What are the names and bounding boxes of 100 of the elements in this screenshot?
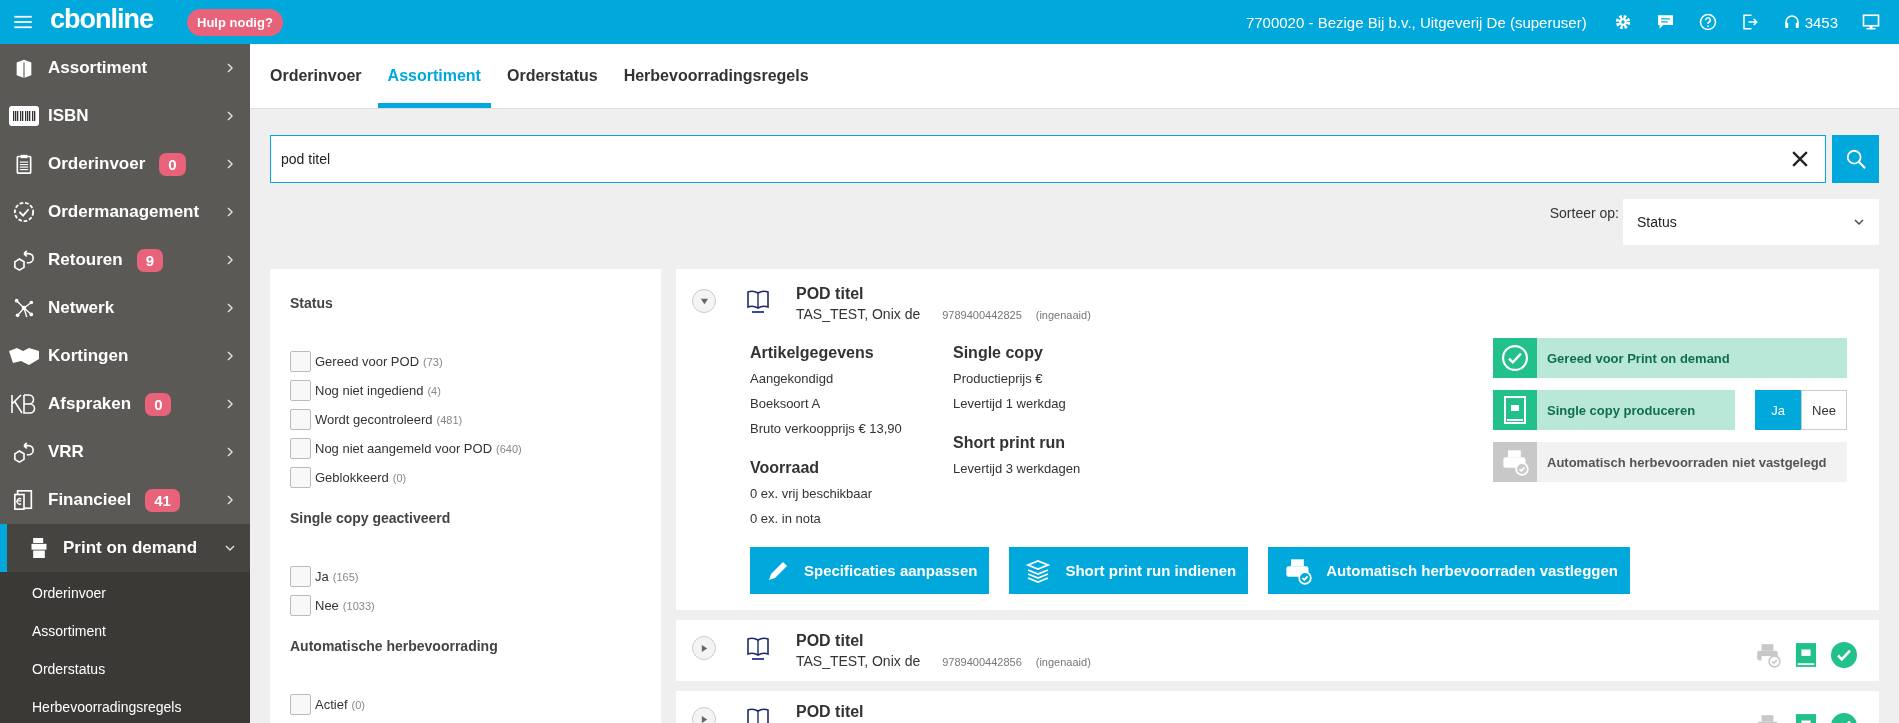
- tab[interactable]: Orderstatus: [496, 67, 608, 108]
- filter-count: (0): [351, 698, 365, 711]
- binding-type: (ingenaaid): [1035, 309, 1091, 321]
- help-icon[interactable]: [1698, 13, 1717, 31]
- detail-text: Aangekondigd: [750, 370, 835, 388]
- sort-label: Sorteer op:: [1549, 205, 1619, 221]
- chevron-right-icon: [224, 494, 236, 506]
- chevron-right-icon: [224, 302, 236, 314]
- expand-button[interactable]: [692, 636, 716, 660]
- detail-text: 0 ex. in nota: [750, 510, 822, 528]
- printer-check-icon: [1501, 448, 1529, 476]
- filter-heading: Status: [290, 295, 334, 311]
- chevron-right-icon: [224, 254, 236, 266]
- checkbox[interactable]: [290, 595, 311, 616]
- sidebar-item[interactable]: Financieel 41: [0, 476, 250, 524]
- headset-count: 3453: [1804, 13, 1838, 31]
- submenu-item[interactable]: Assortiment: [0, 612, 250, 650]
- detail-text: 0 ex. vrij beschikbaar: [750, 485, 874, 503]
- network-icon: [13, 297, 35, 319]
- chevron-right-icon: [224, 206, 236, 218]
- filter-option-label[interactable]: Wordt gecontroleerd: [315, 412, 433, 427]
- invoice-icon: [13, 489, 35, 511]
- printer-icon: [29, 536, 49, 560]
- printer-check-icon: [1284, 556, 1313, 585]
- checkbox[interactable]: [290, 438, 311, 459]
- submenu-item[interactable]: Orderinvoer: [0, 574, 250, 612]
- kb-monogram-icon: [10, 393, 38, 415]
- triangle-down-icon: [699, 296, 709, 306]
- count-badge: 9: [136, 248, 163, 272]
- chevron-right-icon: [224, 158, 236, 170]
- search-icon: [1844, 148, 1867, 170]
- expand-button[interactable]: [692, 289, 716, 313]
- paper-stack-icon: [1025, 558, 1052, 583]
- sidebar-item[interactable]: VRR: [0, 428, 250, 476]
- sidebar-item[interactable]: Netwerk: [0, 284, 250, 332]
- sidebar-item[interactable]: Orderinvoer 0: [0, 140, 250, 188]
- filter-option-label[interactable]: Nog niet aangemeld voor POD: [315, 441, 493, 456]
- submenu-item[interactable]: Orderstatus: [0, 650, 250, 688]
- tab[interactable]: Orderinvoer: [260, 67, 372, 108]
- product-title[interactable]: POD titel: [796, 703, 864, 721]
- author-name: TAS_TEST, Onix de: [796, 653, 921, 669]
- settings-icon[interactable]: [1613, 13, 1632, 31]
- clear-icon[interactable]: [1792, 151, 1808, 167]
- detail-text: Levertijd 3 werkdagen: [953, 460, 1082, 478]
- filter-option-label[interactable]: Nog niet ingediend: [315, 383, 424, 398]
- chevron-right-icon: [224, 62, 236, 74]
- filter-option-label[interactable]: Ja: [315, 569, 329, 584]
- sidebar-item[interactable]: ISBN: [0, 92, 250, 140]
- triangle-right-icon: [699, 643, 709, 653]
- book-logo-icon: [746, 636, 770, 662]
- sidebar-item[interactable]: Ordermanagement: [0, 188, 250, 236]
- filter-count: (481): [436, 413, 463, 426]
- menu-icon[interactable]: [14, 15, 32, 29]
- count-badge: 41: [145, 488, 180, 512]
- filter-option-label[interactable]: Nee: [315, 598, 339, 613]
- filter-heading: Automatische herbevoorrading: [290, 638, 499, 654]
- filter-count: (1033): [342, 599, 375, 612]
- book-printer-icon: [1503, 396, 1527, 424]
- product-title[interactable]: POD titel: [796, 285, 1091, 303]
- filter-count: (165): [332, 570, 359, 583]
- filter-option-label[interactable]: Geblokkeerd: [315, 470, 389, 485]
- tab[interactable]: Herbevoorradingsregels: [613, 67, 819, 108]
- section-heading: Single copy: [953, 344, 1044, 362]
- search-field[interactable]: pod titel: [270, 135, 1826, 183]
- binding-type: (ingenaaid): [1035, 656, 1091, 668]
- sidebar-item[interactable]: Print on demand: [0, 524, 250, 572]
- triangle-right-icon: [699, 714, 709, 723]
- chat-icon[interactable]: [1655, 13, 1675, 31]
- section-heading: Short print run: [953, 434, 1066, 452]
- checkbox[interactable]: [290, 380, 311, 401]
- checkbox[interactable]: [290, 409, 311, 430]
- sidebar-item[interactable]: Assortiment: [0, 44, 250, 92]
- chevron-right-icon: [224, 446, 236, 458]
- sidebar-item[interactable]: Retouren 9: [0, 236, 250, 284]
- checkbox[interactable]: [290, 566, 311, 587]
- filter-count: (0): [392, 471, 407, 484]
- detail-text: Productieprijs €: [953, 370, 1044, 388]
- isbn: 9789400442856: [942, 656, 1022, 668]
- sidebar-item[interactable]: Afspraken 0: [0, 380, 250, 428]
- author-name: TAS_TEST, Onix de: [796, 306, 921, 322]
- filter-option-label[interactable]: Gereed voor POD: [315, 354, 420, 369]
- chevron-right-icon: [224, 350, 236, 362]
- checkbox[interactable]: [290, 351, 311, 372]
- detail-text: Bruto verkoopprijs € 13,90: [750, 420, 903, 438]
- filter-count: (640): [496, 442, 522, 455]
- headset-icon[interactable]: [1782, 13, 1801, 31]
- box-return-icon: [13, 441, 35, 463]
- sidebar-item[interactable]: Kortingen: [0, 332, 250, 380]
- chevron-right-icon: [224, 110, 236, 122]
- logout-icon[interactable]: [1740, 13, 1759, 31]
- filter-option-label[interactable]: Actief: [315, 697, 348, 712]
- submenu-item[interactable]: Herbevoorradingsregels: [0, 688, 250, 723]
- checkbox[interactable]: [290, 694, 311, 715]
- filter-heading: Single copy geactiveerd: [290, 510, 452, 526]
- sort-dropdown[interactable]: Status: [1623, 199, 1879, 245]
- toggle-option[interactable]: Nee: [1801, 390, 1847, 430]
- search-button[interactable]: [1832, 135, 1879, 183]
- product-title[interactable]: POD titel: [796, 632, 1091, 650]
- monitor-icon[interactable]: [1862, 13, 1880, 31]
- checkbox[interactable]: [290, 467, 311, 488]
